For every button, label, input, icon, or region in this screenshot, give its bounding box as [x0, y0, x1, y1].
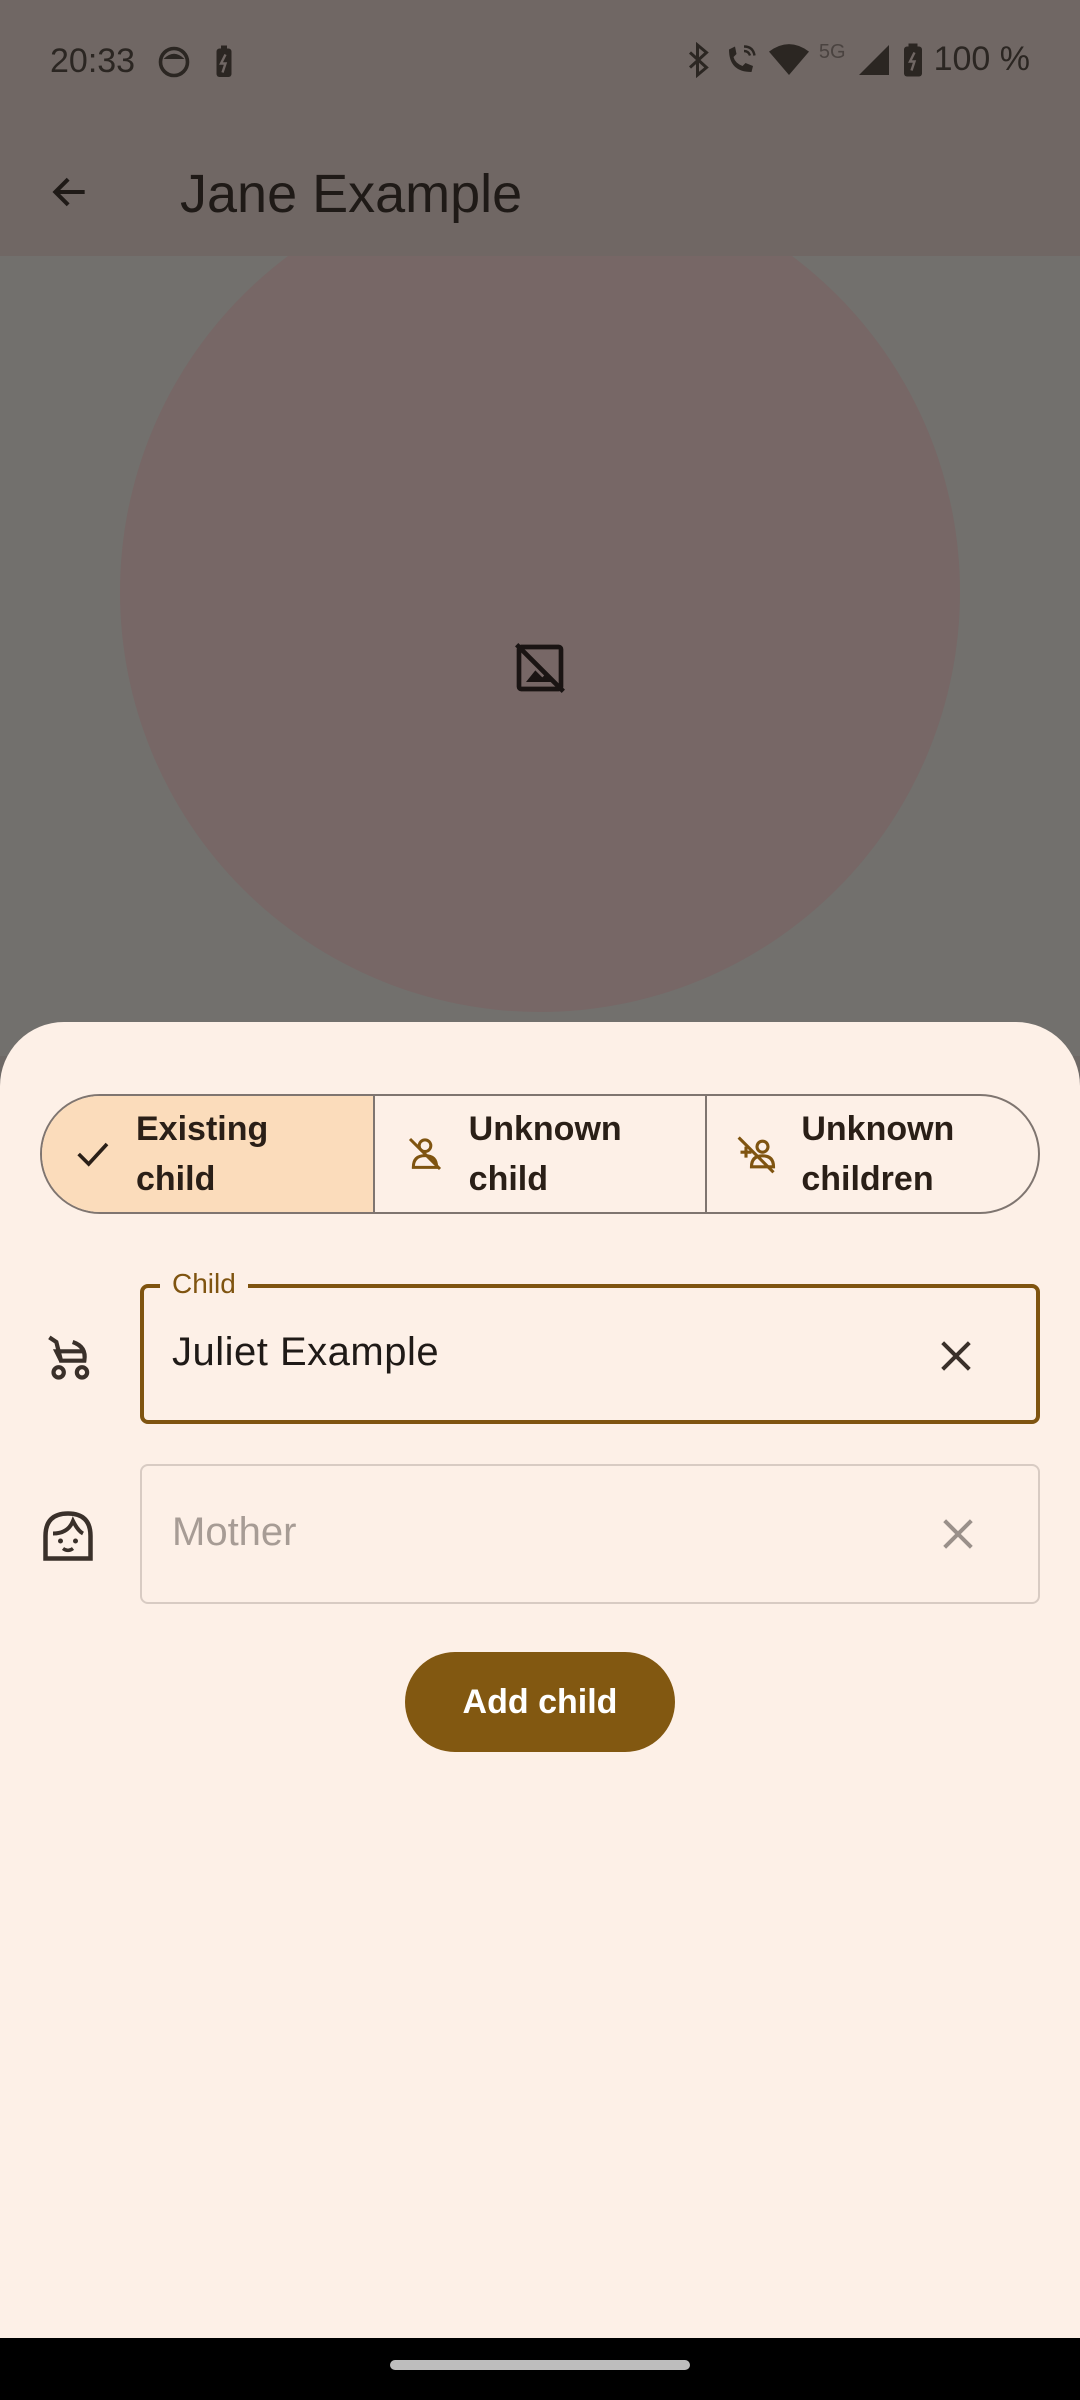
signal-icon [856, 42, 892, 78]
mother-field-row: Mother [0, 1464, 1080, 1604]
person-off-icon [403, 1132, 447, 1176]
profile-image-area [0, 256, 1080, 1056]
5g-icon: 5G [818, 41, 846, 63]
close-icon [938, 1514, 978, 1559]
broken-image-icon [512, 640, 568, 696]
relation-type-selector: Existing child Unknown child Unknown chi… [40, 1094, 1040, 1214]
segment-label-line2: child [136, 1160, 216, 1198]
child-field-value[interactable]: Juliet Example [172, 1330, 439, 1375]
mother-field-placeholder[interactable]: Mother [172, 1510, 297, 1555]
child-field[interactable]: Child Juliet Example [140, 1268, 1040, 1424]
app-bar: Jane Example [0, 128, 1080, 256]
battery-saver-icon [212, 44, 236, 85]
navigation-bar [0, 2338, 1080, 2400]
mother-field[interactable]: Mother [140, 1464, 1040, 1604]
face-icon [156, 44, 192, 85]
segment-label: Unknown children [801, 1104, 954, 1204]
child-field-row: Child Juliet Example [0, 1268, 1080, 1424]
wifi-icon [768, 42, 809, 78]
segment-label-line1: Existing [136, 1110, 269, 1148]
segment-label-line2: children [801, 1160, 934, 1198]
segment-label-line1: Unknown [801, 1110, 955, 1148]
segment-label: Existing child [136, 1104, 268, 1204]
back-button[interactable] [30, 154, 110, 234]
clear-mother-button[interactable] [918, 1496, 998, 1576]
arrow-back-icon [48, 170, 92, 219]
check-icon [70, 1132, 114, 1176]
avatar [120, 256, 960, 1012]
clear-child-button[interactable] [916, 1318, 996, 1398]
battery-percent: 100 % [933, 40, 1030, 78]
segment-label-line2: child [468, 1160, 549, 1198]
segment-unknown-children[interactable]: Unknown children [707, 1096, 1038, 1212]
segment-label-line1: Unknown [468, 1110, 622, 1148]
segment-unknown-child[interactable]: Unknown child [375, 1096, 708, 1212]
close-icon [936, 1336, 976, 1381]
status-bar: 20:33 5G 100 % [0, 0, 1080, 128]
bluetooth-icon [685, 41, 713, 78]
stroller-icon [36, 1324, 100, 1388]
status-left-icons [156, 44, 236, 85]
add-child-button[interactable]: Add child [405, 1652, 675, 1752]
segment-label: Unknown child [469, 1104, 622, 1204]
wifi-calling-icon [723, 42, 759, 78]
segment-existing-child[interactable]: Existing child [42, 1096, 375, 1212]
home-gesture-handle[interactable] [390, 2360, 690, 2370]
page-title: Jane Example [180, 164, 523, 224]
status-time: 20:33 [50, 42, 136, 80]
status-right: 5G 100 % [685, 40, 1030, 79]
bottom-sheet: Existing child Unknown child Unknown chi… [0, 1022, 1080, 2338]
child-field-label: Child [160, 1268, 248, 1300]
group-off-icon [735, 1132, 779, 1176]
battery-icon [902, 42, 924, 78]
woman-face-icon [36, 1504, 100, 1568]
